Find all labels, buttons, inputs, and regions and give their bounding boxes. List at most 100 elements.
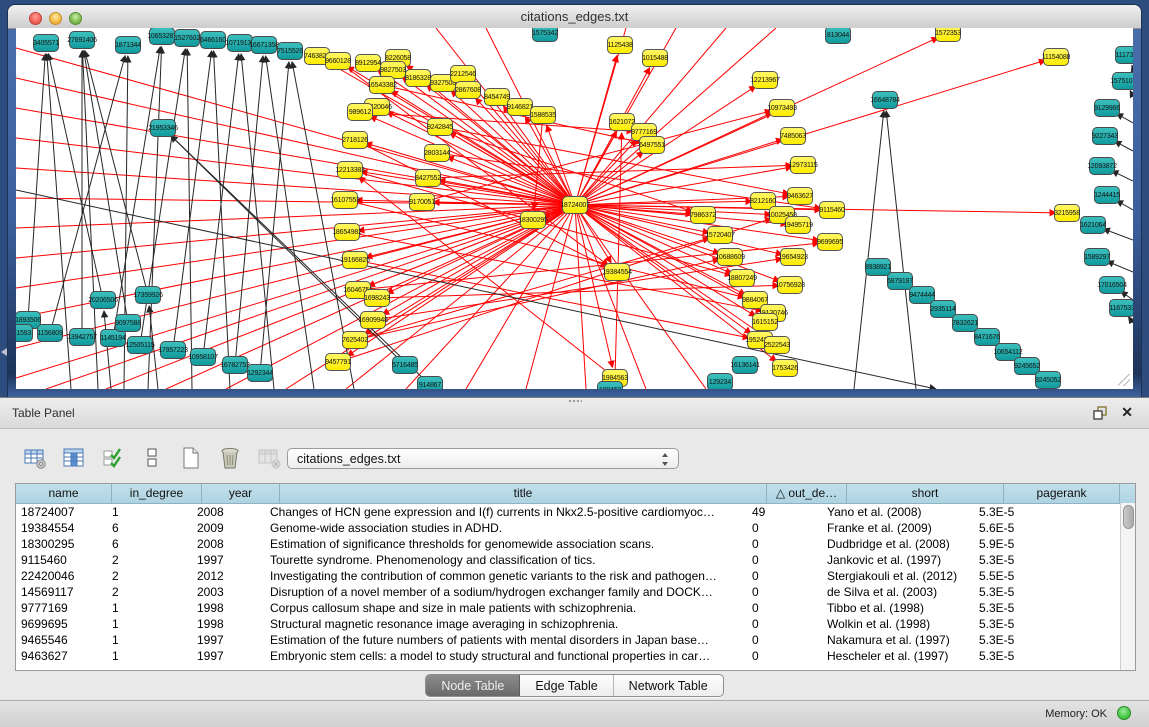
table-row[interactable]: 977716911998Corpus callosum shape and si… <box>16 600 1135 616</box>
table-cell[interactable]: 5.9E-5 <box>974 536 1085 552</box>
network-node[interactable]: 813044 <box>825 28 851 44</box>
network-node[interactable]: 9245052 <box>1035 371 1061 389</box>
network-node[interactable]: 27691406 <box>69 31 95 49</box>
network-node[interactable]: 16543382 <box>369 76 395 94</box>
table-cell[interactable]: 9115460 <box>16 552 107 568</box>
table-cell[interactable]: Wolkin et al. (1998) <box>822 616 974 632</box>
network-node[interactable]: 1117316 <box>1115 46 1133 64</box>
network-node[interactable]: 19495719 <box>785 216 811 234</box>
table-row[interactable]: 969969511998Structural magnetic resonanc… <box>16 616 1135 632</box>
table-cell[interactable]: 2012 <box>192 568 265 584</box>
table-cell[interactable]: Stergiakouli et al. (2012) <box>822 568 974 584</box>
network-node[interactable]: 1527602 <box>174 29 200 47</box>
table-row[interactable]: 1830029562008Estimation of significance … <box>16 536 1135 552</box>
panel-drag-grip-icon[interactable] <box>568 399 582 404</box>
network-node[interactable]: 129234 <box>707 373 733 389</box>
network-node[interactable]: 1292344 <box>247 364 273 382</box>
table-cell[interactable]: Franke et al. (2009) <box>822 520 974 536</box>
network-node[interactable]: 7986372 <box>690 206 716 224</box>
table-cell[interactable]: 1998 <box>192 600 265 616</box>
table-row[interactable]: 946554611997Estimation of the future num… <box>16 632 1135 648</box>
table-cell[interactable]: 0 <box>747 616 822 632</box>
table-cell[interactable]: 5.6E-5 <box>974 520 1085 536</box>
network-node[interactable]: 18654982 <box>334 223 360 241</box>
network-node[interactable]: 17359926 <box>135 286 161 304</box>
table-cell[interactable]: 0 <box>747 536 822 552</box>
select-columns-icon[interactable] <box>61 445 87 471</box>
table-cell[interactable]: 18300295 <box>16 536 107 552</box>
table-cell[interactable]: Embryonic stem cells: a model to study s… <box>265 648 747 664</box>
network-node[interactable]: 3405571 <box>33 34 59 52</box>
network-node[interactable]: 5716485 <box>392 356 418 374</box>
table-row[interactable]: 946362711997Embryonic stem cells: a mode… <box>16 648 1135 664</box>
table-cell[interactable]: 9463627 <box>16 648 107 664</box>
network-node[interactable]: 3215958 <box>1054 204 1080 222</box>
table-cell[interactable]: Investigating the contribution of common… <box>265 568 747 584</box>
network-node[interactable]: 12973115 <box>790 156 816 174</box>
table-cell[interactable]: de Silva et al. (2003) <box>822 584 974 600</box>
table-cell[interactable]: 0 <box>747 552 822 568</box>
network-node[interactable]: 9242845 <box>427 118 453 136</box>
table-cell[interactable]: 5.3E-5 <box>974 504 1085 520</box>
column-header-name[interactable]: name <box>16 484 112 503</box>
network-node[interactable]: 1615152 <box>752 313 778 331</box>
network-node[interactable]: 7485063 <box>780 127 806 145</box>
table-cell[interactable]: 49 <box>747 504 822 520</box>
table-cell[interactable]: 0 <box>747 568 822 584</box>
network-node[interactable]: 1575342 <box>532 28 558 42</box>
network-node[interactable]: 10653287 <box>149 28 175 45</box>
table-cell[interactable]: Dudbridge et al. (2008) <box>822 536 974 552</box>
network-node[interactable]: 1125438 <box>607 36 633 54</box>
table-cell[interactable]: 5.3E-5 <box>974 600 1085 616</box>
network-node[interactable]: 1015488 <box>642 49 668 67</box>
network-node[interactable]: 18807249 <box>729 269 755 287</box>
network-node[interactable]: 1588535 <box>530 106 556 124</box>
network-node[interactable]: 1167533 <box>1109 299 1133 317</box>
network-node[interactable]: 7625402 <box>342 331 368 349</box>
table-cell[interactable]: 1 <box>107 504 192 520</box>
network-node[interactable]: 16107553 <box>332 191 358 209</box>
panel-collapse-arrow-icon[interactable] <box>1 348 7 356</box>
table-cell[interactable]: 22420046 <box>16 568 107 584</box>
network-node[interactable]: 7515526 <box>277 42 303 60</box>
network-node[interactable]: 198463 <box>597 381 623 389</box>
network-node[interactable]: 8186328 <box>405 69 431 87</box>
network-node[interactable]: 9699695 <box>817 233 843 251</box>
table-row[interactable]: 1872400712008Changes of HCN gene express… <box>16 504 1135 520</box>
table-cell[interactable]: 9465546 <box>16 632 107 648</box>
network-node[interactable]: 15720407 <box>707 226 733 244</box>
table-cell[interactable]: Hescheler et al. (1997) <box>822 648 974 664</box>
table-cell[interactable]: Tibbo et al. (1998) <box>822 600 974 616</box>
network-node[interactable]: 6497551 <box>639 136 665 154</box>
network-node[interactable]: 1753426 <box>772 359 798 377</box>
vertical-scrollbar[interactable] <box>1120 503 1135 670</box>
table-cell[interactable]: 2008 <box>192 504 265 520</box>
network-node[interactable]: 1621064 <box>1080 216 1106 234</box>
column-header-year[interactable]: year <box>202 484 280 503</box>
network-node[interactable]: 914867 <box>417 376 443 389</box>
table-cell[interactable]: 5.3E-5 <box>974 552 1085 568</box>
network-node[interactable]: 9097588 <box>115 314 141 332</box>
network-node[interactable]: 9660128 <box>325 52 351 70</box>
table-row[interactable]: 2242004622012Investigating the contribut… <box>16 568 1135 584</box>
column-header-short[interactable]: short <box>847 484 1004 503</box>
table-cell[interactable]: 5.5E-5 <box>974 568 1085 584</box>
table-cell[interactable]: 5.3E-5 <box>974 632 1085 648</box>
tab-node-table[interactable]: Node Table <box>426 675 520 696</box>
network-node[interactable]: 18300295 <box>520 211 546 229</box>
table-cell[interactable]: 6 <box>107 520 192 536</box>
table-cell[interactable]: 0 <box>747 584 822 600</box>
network-node[interactable]: 10688609 <box>717 248 743 266</box>
table-cell[interactable]: 2008 <box>192 536 265 552</box>
table-cell[interactable]: Estimation of significance thresholds fo… <box>265 536 747 552</box>
table-cell[interactable]: 5.3E-5 <box>974 584 1085 600</box>
column-header-pagerank[interactable]: pagerank <box>1004 484 1120 503</box>
column-header-title[interactable]: title <box>280 484 767 503</box>
table-cell[interactable]: Nakamura et al. (1997) <box>822 632 974 648</box>
float-window-icon[interactable] <box>1093 406 1107 420</box>
network-node[interactable]: 21953346 <box>150 119 176 137</box>
close-panel-icon[interactable]: ✕ <box>1121 404 1133 421</box>
network-node[interactable]: 10756928 <box>777 276 803 294</box>
table-cell[interactable]: 1 <box>107 648 192 664</box>
table-cell[interactable]: 14569117 <box>16 584 107 600</box>
